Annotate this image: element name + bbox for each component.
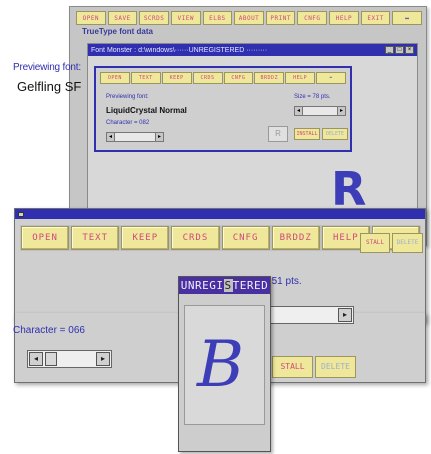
panel-toolbar: OPEN TEXT KEEP CRDS CNFG BRDDZ HELP ⬌ xyxy=(100,72,346,84)
delete-button[interactable]: DELETE xyxy=(315,356,356,378)
elbs-button[interactable]: ELBS xyxy=(202,11,233,25)
font-monster-panel: OPEN TEXT KEEP CRDS CNFG BRDDZ HELP ⬌ Pr… xyxy=(94,66,352,152)
open-button[interactable]: OPEN xyxy=(21,226,70,250)
side-delete-button[interactable]: DELETE xyxy=(392,233,423,253)
text-button[interactable]: TEXT xyxy=(130,72,161,84)
exit-button[interactable]: EXIT xyxy=(360,11,391,25)
unregistered-text-box: S xyxy=(223,279,233,292)
scroll-right-icon[interactable]: ▸ xyxy=(155,133,163,141)
character-box: R xyxy=(268,126,288,142)
size-scrollbar[interactable]: ◂ ▸ xyxy=(294,106,346,116)
character-scrollbar[interactable]: ◂ ▸ xyxy=(106,132,164,142)
open-button[interactable]: OPEN xyxy=(100,72,130,84)
keep-button[interactable]: KEEP xyxy=(161,72,192,84)
cnfg-button[interactable]: CNFG xyxy=(223,72,254,84)
scroll-left-icon[interactable]: ◂ xyxy=(29,352,43,366)
scroll-thumb[interactable] xyxy=(45,352,57,366)
character-scrollbar[interactable]: ◂ ▸ xyxy=(27,350,112,368)
scroll-left-icon[interactable]: ◂ xyxy=(107,133,115,141)
save-button[interactable]: SAVE xyxy=(107,11,138,25)
unregistered-titlebar[interactable]: UNREGI S TERED xyxy=(179,277,270,294)
minimize-button[interactable]: _ xyxy=(385,46,394,54)
scrds-button[interactable]: SCRDS xyxy=(139,11,169,25)
font-name: LiquidCrystal Normal xyxy=(106,106,187,115)
font-monster-titlebar[interactable]: Font Monster : d:\windows\······UNREGIST… xyxy=(88,44,417,56)
glyph-preview-popup: UNREGI S TERED B xyxy=(178,276,271,452)
size-label: Size = 78 pts. xyxy=(294,94,331,100)
cnfg-button[interactable]: CNFG xyxy=(297,11,328,25)
open-button[interactable]: OPEN xyxy=(76,11,106,25)
window-title: Font Monster : d:\windows\······UNREGIST… xyxy=(91,46,268,54)
arrows-icon[interactable]: ⬌ xyxy=(316,72,346,84)
scroll-right-icon[interactable]: ▸ xyxy=(337,107,345,115)
previewing-font-label: Previewing font: xyxy=(13,62,81,73)
character-label: Character = 082 xyxy=(106,120,150,126)
scroll-left-icon[interactable]: ◂ xyxy=(295,107,303,115)
maximize-button[interactable]: □ xyxy=(395,46,404,54)
text-button[interactable]: TEXT xyxy=(71,226,120,250)
about-button[interactable]: ABOUT xyxy=(234,11,264,25)
section-heading: TrueType font data xyxy=(82,27,153,36)
previewing-font-label: Previewing font: xyxy=(106,94,149,100)
side-install-button[interactable]: STALL xyxy=(360,233,390,253)
view-button[interactable]: VIEW xyxy=(170,11,201,25)
crds-button[interactable]: CRDS xyxy=(192,72,223,84)
install-button[interactable]: STALL xyxy=(272,356,313,378)
unregistered-text-end: TERED xyxy=(232,279,269,292)
unregistered-text-start: UNREGI xyxy=(180,279,224,292)
character-label: Character = 066 xyxy=(13,325,85,336)
delete-button[interactable]: DELETE xyxy=(322,128,348,140)
system-menu-icon[interactable] xyxy=(18,211,24,217)
print-button[interactable]: PRINT xyxy=(265,11,296,25)
font-name: Gelfling SF xyxy=(17,79,82,94)
brddz-button[interactable]: BRDDZ xyxy=(271,226,320,250)
close-button[interactable]: × xyxy=(405,46,414,54)
brddz-button[interactable]: BRDDZ xyxy=(254,72,285,84)
cnfg-button[interactable]: CNFG xyxy=(221,226,270,250)
arrows-icon[interactable]: ⬌ xyxy=(392,11,423,25)
help-button[interactable]: HELP xyxy=(329,11,359,25)
scroll-right-icon[interactable]: ▸ xyxy=(96,352,110,366)
glyph-preview-area: B xyxy=(184,305,265,425)
crds-button[interactable]: CRDS xyxy=(171,226,220,250)
help-button[interactable]: HELP xyxy=(285,72,316,84)
glyph-preview: B xyxy=(197,328,245,402)
size-scrollbar[interactable]: ▸ xyxy=(268,306,354,324)
front-titlebar[interactable] xyxy=(15,209,425,219)
keep-button[interactable]: KEEP xyxy=(121,226,170,250)
main-toolbar: OPEN SAVE SCRDS VIEW ELBS ABOUT PRINT CN… xyxy=(76,11,423,25)
scroll-right-icon[interactable]: ▸ xyxy=(338,308,352,322)
install-button[interactable]: INSTALL xyxy=(294,128,320,140)
